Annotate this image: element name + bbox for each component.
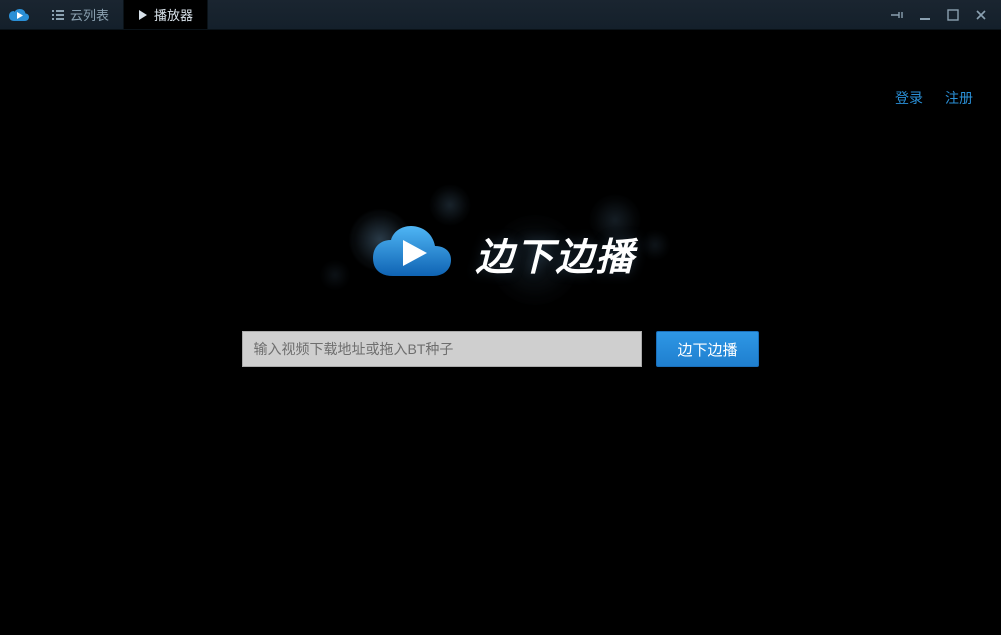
content-area: 登录 注册 <box>0 30 1001 635</box>
app-logo-icon <box>0 0 38 29</box>
tab-player-label: 播放器 <box>154 5 193 24</box>
list-icon <box>52 10 64 20</box>
search-row: 边下边播 <box>242 331 758 367</box>
register-link[interactable]: 注册 <box>945 88 973 108</box>
cloud-play-logo-icon <box>365 218 457 289</box>
tab-cloud-list-label: 云列表 <box>70 5 109 24</box>
close-button[interactable] <box>973 7 989 23</box>
tab-cloud-list[interactable]: 云列表 <box>38 0 124 29</box>
hero: 边下边播 边下边播 <box>242 218 758 367</box>
brand-title: 边下边播 <box>475 226 635 281</box>
window-controls <box>877 0 1001 29</box>
auth-links: 登录 注册 <box>895 88 973 108</box>
pin-button[interactable] <box>889 7 905 23</box>
titlebar-drag-area[interactable] <box>208 0 877 29</box>
logo-row: 边下边播 <box>365 218 635 289</box>
maximize-button[interactable] <box>945 7 961 23</box>
tab-player[interactable]: 播放器 <box>124 0 208 29</box>
play-download-button[interactable]: 边下边播 <box>656 331 758 367</box>
login-link[interactable]: 登录 <box>895 88 923 108</box>
url-input[interactable] <box>242 331 642 367</box>
minimize-button[interactable] <box>917 7 933 23</box>
titlebar: 云列表 播放器 <box>0 0 1001 30</box>
play-icon <box>138 10 148 20</box>
